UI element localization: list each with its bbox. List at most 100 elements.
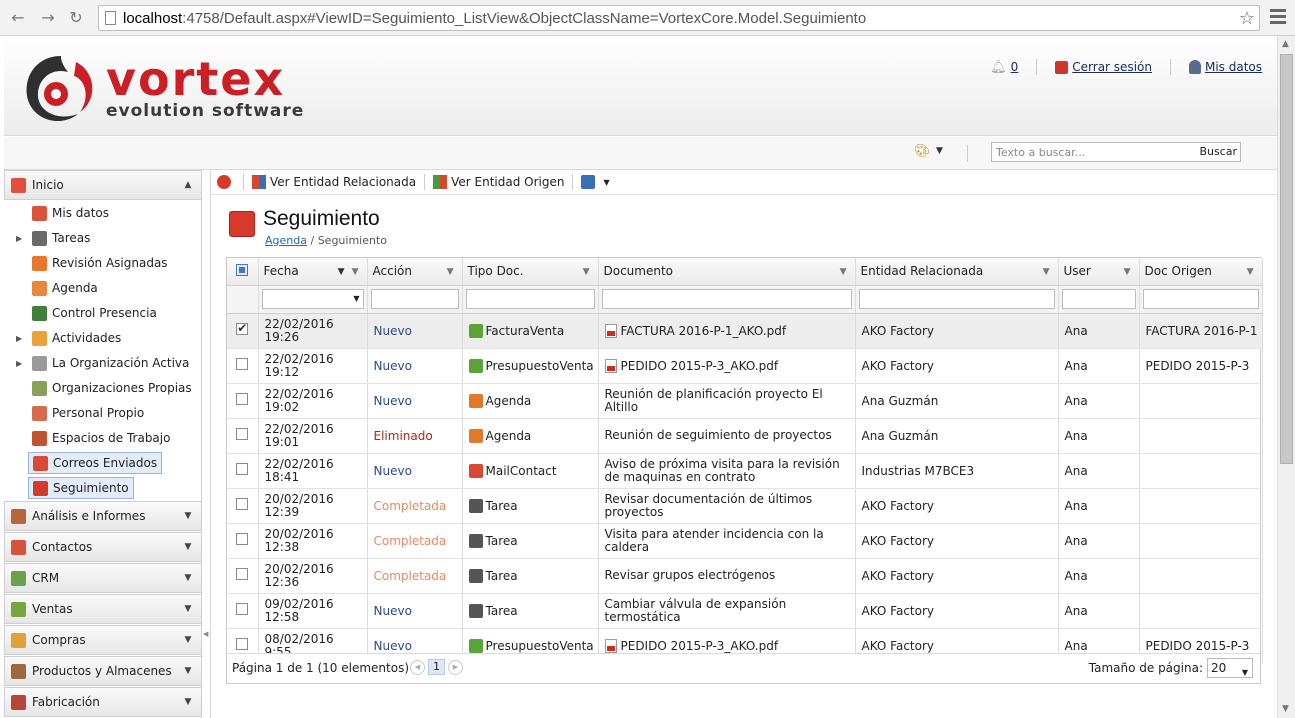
table-row[interactable]: 22/02/2016 18:41 Nuevo MailContact Aviso de … (227, 453, 1263, 489)
breadcrumb-link-agenda[interactable]: Agenda (265, 234, 307, 247)
sidebar-collapse-icon[interactable]: ◀ (203, 630, 208, 638)
sidebar-group-fabricacion[interactable]: Fabricación ▼ (4, 687, 202, 717)
sidebar-item-organizaciones-propias[interactable]: Organizaciones Propias (28, 377, 196, 399)
page-size-select[interactable]: 20 ▼ (1207, 658, 1253, 678)
column-header-tipo-doc[interactable]: Tipo Doc. ▼ (462, 258, 599, 286)
row-checkbox-cell[interactable] (227, 593, 259, 629)
row-checkbox[interactable] (236, 498, 249, 510)
table-row[interactable]: 22/02/2016 19:01 Eliminado Agenda Reunión de… (227, 418, 1263, 454)
notifications[interactable]: 🔔︎ 0 (990, 60, 1018, 75)
expand-arrow-icon[interactable]: ▶ (16, 234, 22, 243)
bookmark-star-icon[interactable]: ☆ (1239, 8, 1255, 29)
next-page-icon[interactable]: ▶ (448, 659, 463, 675)
theme-palette-icon[interactable]: 🎨︎ (914, 144, 931, 159)
search-button[interactable]: Buscar (1199, 145, 1237, 158)
filter-accion[interactable] (370, 289, 459, 309)
column-header-entidad[interactable]: Entidad Relacionada ▼ (855, 258, 1059, 286)
address-bar[interactable]: localhost:4758/Default.aspx#ViewID=Segui… (98, 5, 1260, 31)
filter-icon[interactable]: ▼ (1124, 267, 1131, 277)
column-header-fecha[interactable]: Fecha ▼ ▼ (258, 258, 368, 286)
my-data-link[interactable]: Mis datos (1205, 60, 1262, 74)
row-checkbox-cell[interactable] (227, 383, 259, 419)
sidebar-item-organizacion-activa[interactable]: La Organización Activa (28, 352, 193, 374)
select-all-header[interactable] (227, 258, 259, 286)
sidebar-item-tareas[interactable]: Tareas (28, 227, 94, 249)
sidebar-group-analisis[interactable]: Análisis e Informes ▼ (4, 501, 202, 531)
sidebar-item-control-presencia[interactable]: Control Presencia (28, 302, 161, 324)
table-row[interactable]: 20/02/2016 12:36 Completada Tarea Revisar gr… (227, 558, 1263, 594)
sidebar-group-crm[interactable]: CRM ▼ (4, 563, 202, 593)
table-row[interactable]: 20/02/2016 12:39 Completada Tarea Revisar do… (227, 488, 1263, 524)
filter-icon[interactable]: ▼ (447, 267, 454, 277)
view-related-entity-button[interactable]: Ver Entidad Relacionada (252, 175, 416, 189)
filter-icon[interactable]: ▼ (840, 267, 847, 277)
row-checkbox-cell[interactable] (227, 418, 259, 454)
table-row[interactable]: 22/02/2016 19:02 Nuevo Agenda Reunión de pla… (227, 383, 1263, 419)
row-checkbox-cell[interactable] (227, 558, 259, 594)
row-checkbox[interactable] (236, 568, 249, 580)
row-checkbox-cell[interactable] (227, 523, 259, 559)
chevron-down-icon[interactable]: ▼ (936, 146, 943, 156)
column-header-documento[interactable]: Documento ▼ (598, 258, 856, 286)
filter-icon[interactable]: ▼ (1247, 267, 1254, 277)
expand-arrow-icon[interactable]: ▶ (16, 359, 22, 368)
filter-entidad[interactable] (858, 289, 1055, 309)
filter-documento[interactable] (601, 289, 852, 309)
row-checkbox[interactable] (236, 603, 249, 615)
row-checkbox-cell[interactable] (227, 453, 259, 489)
table-row[interactable]: 20/02/2016 12:38 Completada Tarea Visita par… (227, 523, 1263, 559)
my-data[interactable]: Mis datos (1188, 60, 1262, 74)
select-all-checkbox[interactable] (236, 263, 249, 276)
logout[interactable]: Cerrar sesión (1055, 60, 1152, 74)
sidebar-item-revision-asignadas[interactable]: Revisión Asignadas (28, 252, 172, 274)
sidebar-group-ventas[interactable]: Ventas ▼ (4, 594, 202, 624)
sidebar-item-actividades[interactable]: Actividades (28, 327, 125, 349)
sidebar-group-inicio[interactable]: Inicio ▲ (4, 170, 202, 200)
sort-desc-icon[interactable]: ▼ (338, 267, 345, 277)
filter-fecha[interactable]: ▼ (261, 289, 364, 309)
url-text[interactable]: localhost:4758/Default.aspx#ViewID=Segui… (123, 10, 866, 27)
back-icon[interactable]: ← (8, 8, 28, 28)
filter-icon[interactable]: ▼ (583, 267, 590, 277)
column-header-accion[interactable]: Acción ▼ (367, 258, 463, 286)
row-checkbox[interactable] (236, 463, 249, 475)
row-checkbox-cell[interactable] (227, 348, 259, 384)
scroll-up-icon[interactable]: ▲ (1282, 39, 1289, 49)
row-checkbox[interactable] (236, 358, 249, 370)
search-input[interactable] (992, 143, 1192, 161)
sidebar-item-personal-propio[interactable]: Personal Propio (28, 402, 148, 424)
filter-user[interactable] (1061, 289, 1136, 309)
filter-doc-origen[interactable] (1142, 289, 1259, 309)
column-header-doc-origen[interactable]: Doc Origen ▼ (1139, 258, 1263, 286)
sidebar-group-contactos[interactable]: Contactos ▼ (4, 532, 202, 562)
sidebar-item-correos-enviados[interactable]: Correos Enviados (28, 452, 163, 474)
row-checkbox[interactable] (236, 638, 249, 650)
notifications-count[interactable]: 0 (1011, 60, 1019, 74)
forward-icon[interactable]: → (38, 8, 58, 28)
prev-page-icon[interactable]: ◀ (410, 659, 425, 675)
sidebar-item-mis-datos[interactable]: Mis datos (28, 202, 113, 224)
row-checkbox[interactable] (236, 321, 249, 335)
page-scrollbar[interactable]: ▲ ▼ (1277, 36, 1295, 718)
row-checkbox[interactable] (236, 428, 249, 440)
logout-link[interactable]: Cerrar sesión (1072, 60, 1152, 74)
table-row[interactable]: 09/02/2016 12:58 Nuevo Tarea Cambiar válvula… (227, 593, 1263, 629)
cell-documento[interactable]: PEDIDO 2015-P-3_AKO.pdf (598, 348, 856, 384)
scroll-thumb[interactable] (1280, 54, 1293, 464)
sidebar-item-espacios-de-trabajo[interactable]: Espacios de Trabajo (28, 427, 174, 449)
cell-documento[interactable]: FACTURA 2016-P-1_AKO.pdf (598, 313, 856, 349)
chevron-down-icon[interactable]: ▼ (353, 294, 359, 303)
filter-tipo-doc[interactable] (465, 289, 595, 309)
column-header-user[interactable]: User ▼ (1058, 258, 1140, 286)
row-checkbox[interactable] (236, 533, 249, 545)
filter-icon[interactable]: ▼ (352, 267, 359, 277)
refresh-button[interactable] (217, 175, 235, 189)
table-row[interactable]: 22/02/2016 19:12 Nuevo PresupuestoVenta PEDI… (227, 348, 1263, 384)
export-button[interactable]: ▼ (581, 175, 610, 189)
scroll-down-icon[interactable]: ▼ (1282, 704, 1289, 714)
table-row[interactable]: 22/02/201619:26 Nuevo FacturaVenta FACTURA … (227, 313, 1263, 349)
sidebar-item-agenda[interactable]: Agenda (28, 277, 102, 299)
view-origin-entity-button[interactable]: Ver Entidad Origen (433, 175, 564, 189)
browser-menu-icon[interactable] (1270, 9, 1286, 25)
reload-icon[interactable]: ↻ (66, 8, 86, 28)
